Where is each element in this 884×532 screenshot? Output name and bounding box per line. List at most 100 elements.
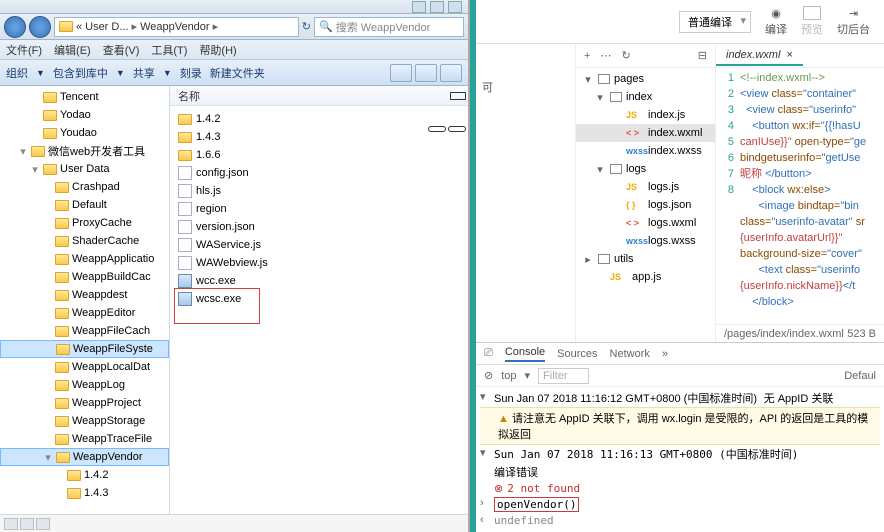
- tree-item[interactable]: WeappFileCach: [0, 322, 169, 340]
- menu-file[interactable]: 文件(F): [6, 42, 42, 58]
- tab-network[interactable]: Network: [610, 348, 650, 360]
- file-row[interactable]: WAWebview.js: [170, 254, 468, 272]
- scope-dropdown[interactable]: top: [501, 370, 516, 382]
- tree-item[interactable]: ▾WeappVendor: [0, 448, 169, 466]
- file-row[interactable]: 1.6.6: [170, 146, 468, 164]
- forward-button[interactable]: [29, 16, 51, 38]
- compile-mode-dropdown[interactable]: 普通编译: [679, 11, 751, 33]
- tab-sources[interactable]: Sources: [557, 348, 597, 360]
- tree-item[interactable]: Crashpad: [0, 178, 169, 196]
- tb-include[interactable]: 包含到库中: [53, 65, 108, 81]
- tree-item[interactable]: ▾User Data: [0, 160, 169, 178]
- file-row[interactable]: version.json: [170, 218, 468, 236]
- expand-icon[interactable]: ▾: [582, 73, 594, 86]
- elements-icon[interactable]: ⎚: [484, 347, 493, 360]
- preview-button[interactable]: 预览: [801, 6, 823, 37]
- tb-burn[interactable]: 刻录: [180, 65, 202, 81]
- add-icon[interactable]: +: [584, 50, 590, 62]
- close-tab-icon[interactable]: ×: [786, 49, 792, 61]
- chevron-right-icon[interactable]: ▸: [132, 20, 138, 33]
- file-row[interactable]: region: [170, 200, 468, 218]
- expand-icon[interactable]: ▸: [582, 253, 594, 266]
- file-row[interactable]: hls.js: [170, 182, 468, 200]
- chevron-right-icon[interactable]: ▸: [213, 20, 219, 33]
- file-row[interactable]: 1.4.2: [170, 110, 468, 128]
- project-tree-item[interactable]: JSindex.js: [576, 106, 715, 124]
- expand-icon[interactable]: ▾: [18, 145, 28, 158]
- refresh-icon[interactable]: ↻: [302, 20, 311, 33]
- tree-item[interactable]: WeappApplicatio: [0, 250, 169, 268]
- filter-input[interactable]: Filter: [538, 368, 588, 384]
- tree-item[interactable]: ▾微信web开发者工具: [0, 142, 169, 160]
- tree-item[interactable]: WeappTraceFile: [0, 430, 169, 448]
- project-tree-item[interactable]: wxsslogs.wxss: [576, 232, 715, 250]
- tree-item[interactable]: WeappLocalDat: [0, 358, 169, 376]
- tree-item[interactable]: 1.4.3: [0, 484, 169, 502]
- project-tree-item[interactable]: < >index.wxml: [576, 124, 715, 142]
- project-tree-item[interactable]: JSapp.js: [576, 268, 715, 286]
- expand-icon[interactable]: ▾: [594, 163, 606, 176]
- project-tree-item[interactable]: { }logs.json: [576, 196, 715, 214]
- folder-tree[interactable]: TencentYodaoYoudao▾微信web开发者工具▾User DataC…: [0, 86, 170, 514]
- expand-icon[interactable]: ▾: [30, 163, 40, 176]
- tree-item[interactable]: WeappEditor: [0, 304, 169, 322]
- expand-icon[interactable]: ▾: [480, 446, 490, 459]
- view-options-icon[interactable]: [390, 64, 412, 82]
- tb-newfolder[interactable]: 新建文件夹: [210, 65, 265, 81]
- overflow-icon[interactable]: »: [662, 348, 668, 360]
- expand-icon[interactable]: ▾: [43, 451, 53, 464]
- tree-item[interactable]: Weappdest: [0, 286, 169, 304]
- clear-console-icon[interactable]: ⊘: [484, 369, 493, 382]
- back-button[interactable]: [4, 16, 26, 38]
- project-tree-item[interactable]: ▾logs: [576, 160, 715, 178]
- file-row[interactable]: wcsc.exe: [170, 290, 468, 308]
- file-row[interactable]: config.json: [170, 164, 468, 182]
- code-editor[interactable]: 12345678 <!--index.wxml--><view class="c…: [716, 68, 884, 324]
- menu-edit[interactable]: 编辑(E): [54, 42, 91, 58]
- tree-item[interactable]: ShaderCache: [0, 232, 169, 250]
- tree-item[interactable]: 1.4.2: [0, 466, 169, 484]
- project-tree-item[interactable]: ▾pages: [576, 70, 715, 88]
- project-tree-item[interactable]: JSlogs.js: [576, 178, 715, 196]
- column-header[interactable]: 名称: [170, 86, 468, 106]
- max-icon[interactable]: [430, 1, 444, 13]
- tree-item[interactable]: ProxyCache: [0, 214, 169, 232]
- menu-help[interactable]: 帮助(H): [199, 42, 236, 58]
- backend-button[interactable]: ⇥ 切后台: [837, 7, 870, 37]
- scrollbar[interactable]: [0, 514, 468, 532]
- tree-item[interactable]: WeappStorage: [0, 412, 169, 430]
- level-dropdown[interactable]: Defaul: [844, 370, 876, 382]
- breadcrumb[interactable]: « User D... ▸ WeappVendor ▸: [54, 17, 299, 37]
- bc-seg[interactable]: WeappVendor: [140, 21, 210, 33]
- file-row[interactable]: wcc.exe: [170, 272, 468, 290]
- tree-item[interactable]: WeappFileSyste: [0, 340, 169, 358]
- help-icon[interactable]: [440, 64, 462, 82]
- console-input-highlight[interactable]: openVendor(): [494, 497, 579, 512]
- bc-seg[interactable]: User D...: [85, 21, 128, 33]
- tree-item[interactable]: Tencent: [0, 88, 169, 106]
- tb-organize[interactable]: 组织: [6, 65, 28, 81]
- tab-console[interactable]: Console: [505, 346, 545, 362]
- min-icon[interactable]: [412, 1, 426, 13]
- tb-share[interactable]: 共享: [133, 65, 155, 81]
- more-icon[interactable]: ⋯: [600, 49, 611, 62]
- tree-item[interactable]: Default: [0, 196, 169, 214]
- close-icon[interactable]: [448, 1, 462, 13]
- collapse-icon[interactable]: ⊟: [698, 49, 707, 62]
- project-tree-item[interactable]: < >logs.wxml: [576, 214, 715, 232]
- compile-button[interactable]: ◉ 编译: [765, 7, 787, 37]
- preview-pane-icon[interactable]: [415, 64, 437, 82]
- file-row[interactable]: WAService.js: [170, 236, 468, 254]
- tree-item[interactable]: WeappBuildCac: [0, 268, 169, 286]
- search-input[interactable]: 🔍 搜索 WeappVendor: [314, 17, 464, 37]
- project-tree[interactable]: ▾pages▾indexJSindex.js< >index.wxmlwxssi…: [576, 68, 715, 342]
- refresh-icon[interactable]: ↻: [621, 49, 630, 62]
- file-row[interactable]: 1.4.3: [170, 128, 468, 146]
- console-output[interactable]: ▾Sun Jan 07 2018 11:16:12 GMT+0800 (中国标准…: [476, 387, 884, 532]
- project-tree-item[interactable]: ▾index: [576, 88, 715, 106]
- tree-item[interactable]: Yodao: [0, 106, 169, 124]
- tree-item[interactable]: WeappProject: [0, 394, 169, 412]
- bc-seg[interactable]: «: [76, 21, 82, 33]
- menu-view[interactable]: 查看(V): [103, 42, 140, 58]
- project-tree-item[interactable]: wxssindex.wxss: [576, 142, 715, 160]
